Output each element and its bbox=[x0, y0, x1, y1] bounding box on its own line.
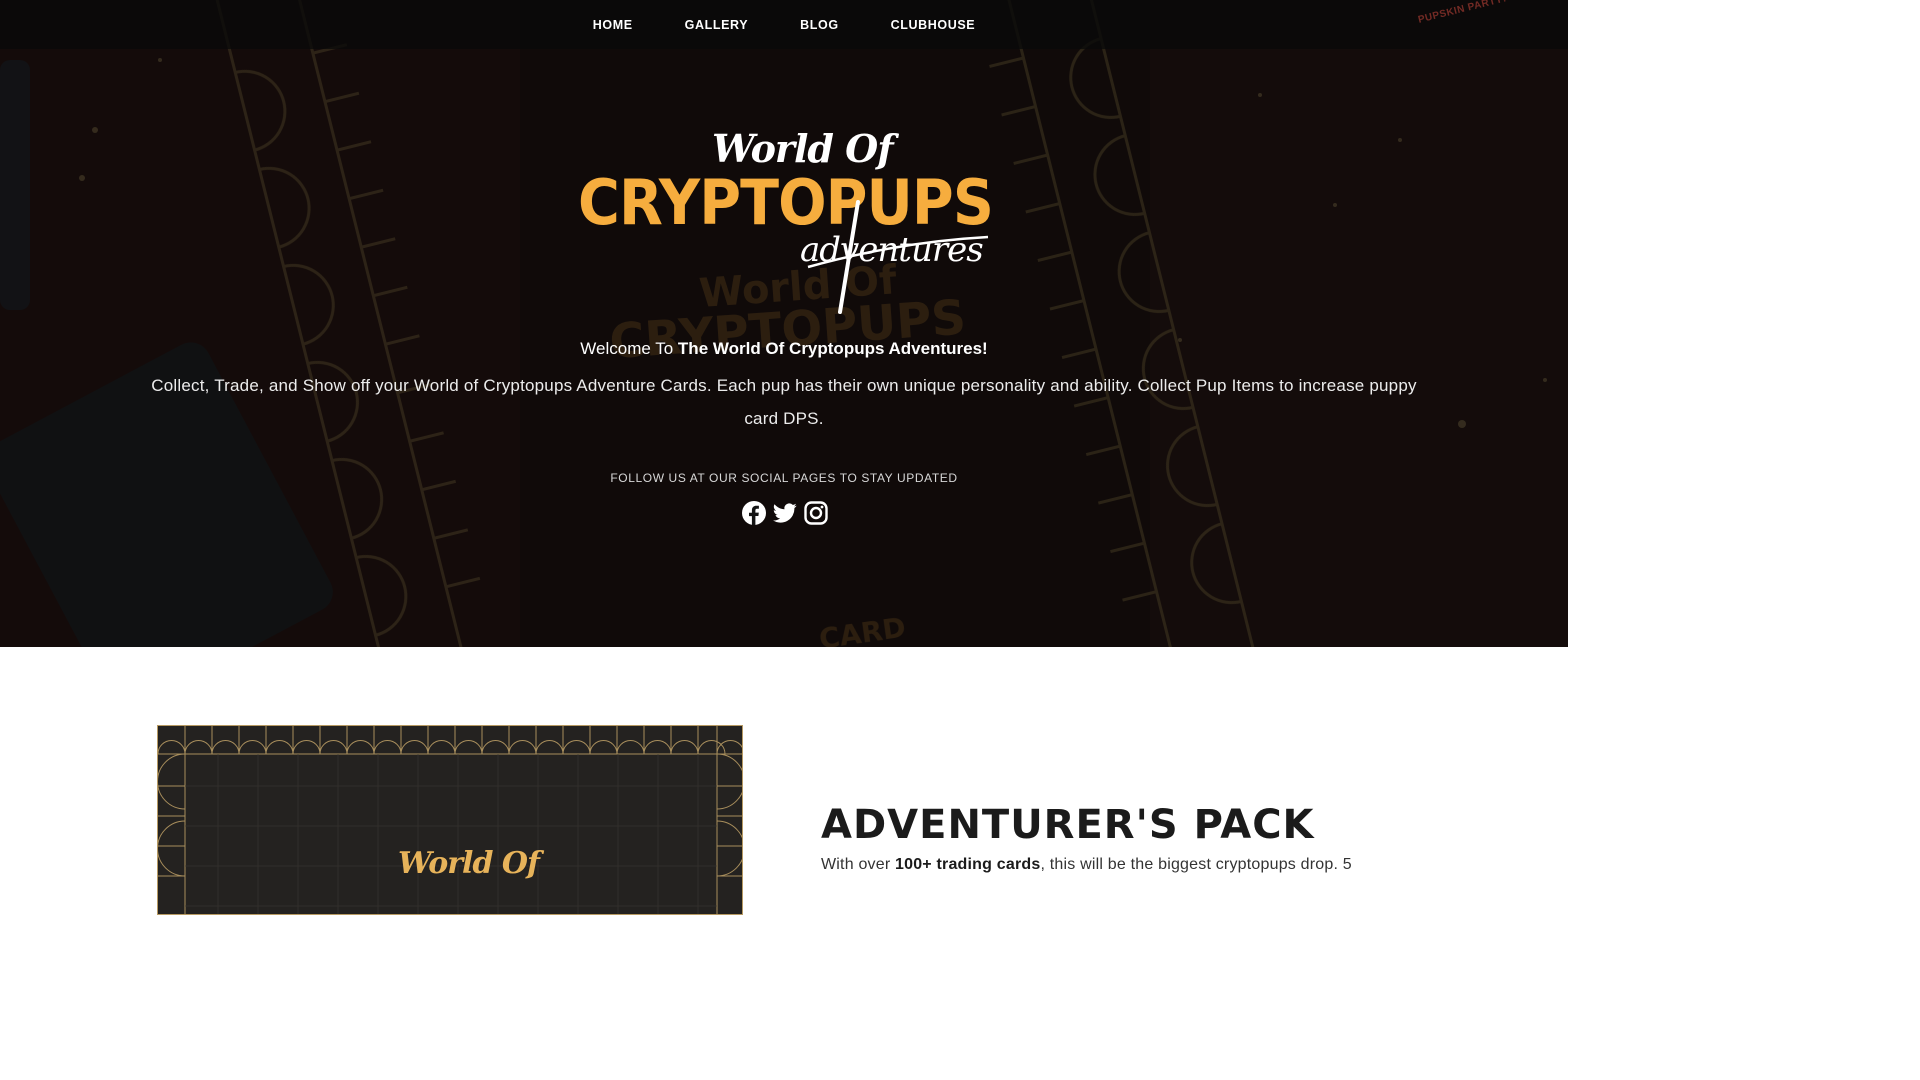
pack-card-image: World Of bbox=[157, 725, 743, 915]
hero-section: World Of CRYPTOPUPS CARD HOME GALLERY BL… bbox=[0, 0, 1568, 647]
logo-flourish bbox=[807, 200, 989, 314]
pack-description: With over 100+ trading cards, this will … bbox=[821, 856, 1352, 874]
nav-clubhouse[interactable]: CLUBHOUSE bbox=[891, 18, 976, 32]
welcome-bold: The World Of Cryptopups Adventures! bbox=[677, 339, 988, 358]
instagram-icon[interactable] bbox=[804, 501, 828, 525]
welcome-heading: Welcome To The World Of Cryptopups Adven… bbox=[0, 339, 1568, 359]
hero-overlay bbox=[0, 0, 1568, 647]
nav-home[interactable]: HOME bbox=[593, 18, 633, 32]
pack-text-prefix: With over bbox=[821, 856, 896, 873]
twitter-icon[interactable] bbox=[773, 501, 797, 525]
card-border-pattern bbox=[158, 726, 742, 914]
site-logo: World Of CRYPTOPUPS adventures bbox=[578, 122, 994, 322]
nav-blog[interactable]: BLOG bbox=[800, 18, 839, 32]
hero-description: Collect, Trade, and Show off your World … bbox=[151, 376, 1417, 428]
nav-gallery[interactable]: GALLERY bbox=[685, 18, 748, 32]
follow-text: FOLLOW US AT OUR SOCIAL PAGES TO STAY UP… bbox=[610, 471, 958, 485]
pack-text-suffix: , this will be the biggest cryptopups dr… bbox=[1040, 856, 1352, 873]
pack-text-bold: 100+ trading cards bbox=[895, 856, 1041, 873]
pack-title: ADVENTURER'S PACK bbox=[821, 802, 1315, 848]
welcome-prefix: Welcome To bbox=[580, 339, 678, 358]
social-links bbox=[742, 501, 828, 525]
top-navigation: HOME GALLERY BLOG CLUBHOUSE bbox=[0, 0, 1568, 49]
card-logo-text: World Of bbox=[398, 846, 540, 881]
facebook-icon[interactable] bbox=[742, 501, 766, 525]
